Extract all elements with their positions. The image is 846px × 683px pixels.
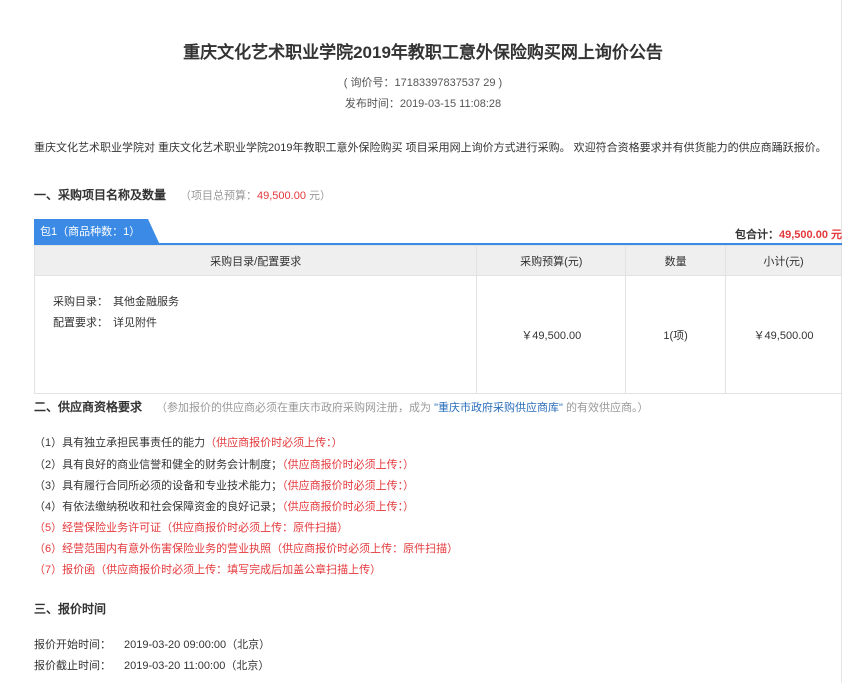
requirement-item: （3）具有履行合同所必须的设备和专业技术能力；（供应商报价时必须上传：）: [34, 477, 414, 493]
catalog-line: 采购目录： 其他金融服务: [53, 292, 476, 313]
quote-start-label: 报价开始时间：: [34, 639, 111, 651]
budget-note-suffix: 元）: [305, 190, 332, 202]
requirement-item: （5）经营保险业务许可证（供应商报价时必须上传：原件扫描）: [34, 519, 348, 535]
catalog-cell: 采购目录： 其他金融服务 配置要求： 详见附件: [33, 275, 478, 394]
budget-note: （项目总预算：49,500.00 元）: [180, 190, 331, 202]
package-total-value: 49,500.00: [779, 229, 828, 241]
catalog-value: 其他金融服务: [113, 296, 179, 308]
requirement-item: （6）经营范围内有意外伤害保险业务的营业执照（供应商报价时必须上传：原件扫描）: [34, 540, 458, 556]
requirement-item: （7）报价函（供应商报价时必须上传：填写完成后加盖公章扫描上传）: [34, 561, 381, 577]
requirement-upload: （供应商报价时必须上传：原件扫描）: [161, 522, 349, 534]
intro-text: 重庆文化艺术职业学院对 重庆文化艺术职业学院2019年教职工意外保险购买 项目采…: [34, 142, 827, 154]
section2-title: 二、供应商资格要求: [34, 400, 143, 414]
publish-time: 发布时间：2019-03-15 11:08:28: [344, 98, 502, 110]
requirement-text: （2）具有良好的商业信誉和健全的财务会计制度；: [34, 459, 283, 471]
page-title: 重庆文化艺术职业学院2019年教职工意外保险购买网上询价公告: [183, 43, 663, 62]
requirement-upload: （供应商报价时必须上传：）: [205, 437, 343, 449]
requirement-item: （1）具有独立承担民事责任的能力（供应商报价时必须上传：）: [34, 434, 343, 450]
total-budget: 49,500.00: [257, 190, 306, 202]
requirement-upload: （供应商报价时必须上传：填写完成后加盖公章扫描上传）: [95, 564, 382, 576]
table-header-row: 采购目录/配置要求 采购预算(元) 数量 小计(元): [33, 245, 842, 276]
requirement-text: （6）经营范围内有意外伤害保险业务的营业执照: [34, 543, 272, 555]
package-total: 包合计：49,500.00 元: [735, 226, 842, 242]
inquiry-number: ( 询价号：17183397837537 29 ): [343, 77, 503, 89]
quantity-cell: 1(项): [625, 275, 727, 394]
requirement-upload: （供应商报价时必须上传：）: [282, 480, 415, 492]
budget-cell: ￥49,500.00: [476, 275, 627, 394]
requirement-upload: （供应商报价时必须上传：）: [282, 459, 415, 471]
col-header-budget: 采购预算(元): [476, 245, 627, 276]
col-header-quantity: 数量: [625, 245, 727, 276]
package-total-unit: 元: [827, 229, 842, 241]
section1-title: 一、采购项目名称及数量: [34, 188, 167, 202]
supplier-note-a: （参加报价的供应商必须在重庆市政府采购网注册，成为: [156, 402, 432, 414]
requirement-text: （7）报价函: [34, 564, 96, 576]
supplier-note: （参加报价的供应商必须在重庆市政府采购网注册，成为 "重庆市政府采购供应商库" …: [156, 402, 648, 414]
catalog-label: 采购目录：: [53, 296, 108, 308]
package-total-label: 包合计：: [735, 229, 779, 241]
config-value: 详见附件: [113, 317, 157, 329]
supplier-library-link[interactable]: "重庆市政府采购供应商库": [434, 402, 563, 414]
section1-heading: 一、采购项目名称及数量 （项目总预算：49,500.00 元）: [34, 186, 331, 203]
requirement-text: （4）有依法缴纳税收和社会保障资金的良好记录；: [34, 501, 283, 513]
package-tab[interactable]: 包1（商品种数：1）: [34, 219, 161, 245]
items-table: 采购目录/配置要求 采购预算(元) 数量 小计(元) 采购目录： 其他金融服务 配…: [33, 245, 842, 394]
requirement-text: （3）具有履行合同所必须的设备和专业技术能力；: [34, 480, 283, 492]
package-header: 包1（商品种数：1） 包合计：49,500.00 元: [34, 219, 842, 245]
table-row: 采购目录： 其他金融服务 配置要求： 详见附件 ￥49,500.00 1(项) ￥4…: [33, 275, 842, 394]
quote-end-value: 2019-03-20 11:00:00（北京）: [124, 660, 270, 672]
col-header-catalog: 采购目录/配置要求: [33, 245, 478, 276]
requirement-upload: （供应商报价时必须上传：原件扫描）: [271, 543, 459, 555]
requirement-text: （5）经营保险业务许可证: [34, 522, 162, 534]
requirement-text: （1）具有独立承担民事责任的能力: [34, 437, 206, 449]
quote-start-value: 2019-03-20 09:00:00（北京）: [124, 639, 271, 651]
section3-heading: 三、报价时间: [34, 602, 107, 616]
col-header-subtotal: 小计(元): [725, 245, 842, 276]
requirement-item: （2）具有良好的商业信誉和健全的财务会计制度；（供应商报价时必须上传：）: [34, 456, 414, 472]
quote-start-time: 报价开始时间： 2019-03-20 09:00:00（北京）: [34, 636, 270, 652]
quote-end-time: 报价截止时间： 2019-03-20 11:00:00（北京）: [34, 657, 269, 673]
quote-end-label: 报价截止时间：: [34, 660, 111, 672]
requirement-upload: （供应商报价时必须上传：）: [282, 501, 415, 513]
requirement-item: （4）有依法缴纳税收和社会保障资金的良好记录；（供应商报价时必须上传：）: [34, 498, 414, 514]
budget-note-prefix: （项目总预算：: [180, 190, 258, 202]
config-line: 配置要求： 详见附件: [53, 313, 476, 334]
supplier-note-b: 的有效供应商。）: [565, 402, 649, 414]
config-label: 配置要求：: [53, 317, 108, 329]
section2-heading: 二、供应商资格要求 （参加报价的供应商必须在重庆市政府采购网注册，成为 "重庆市政…: [34, 398, 648, 415]
subtotal-cell: ￥49,500.00: [725, 275, 842, 394]
